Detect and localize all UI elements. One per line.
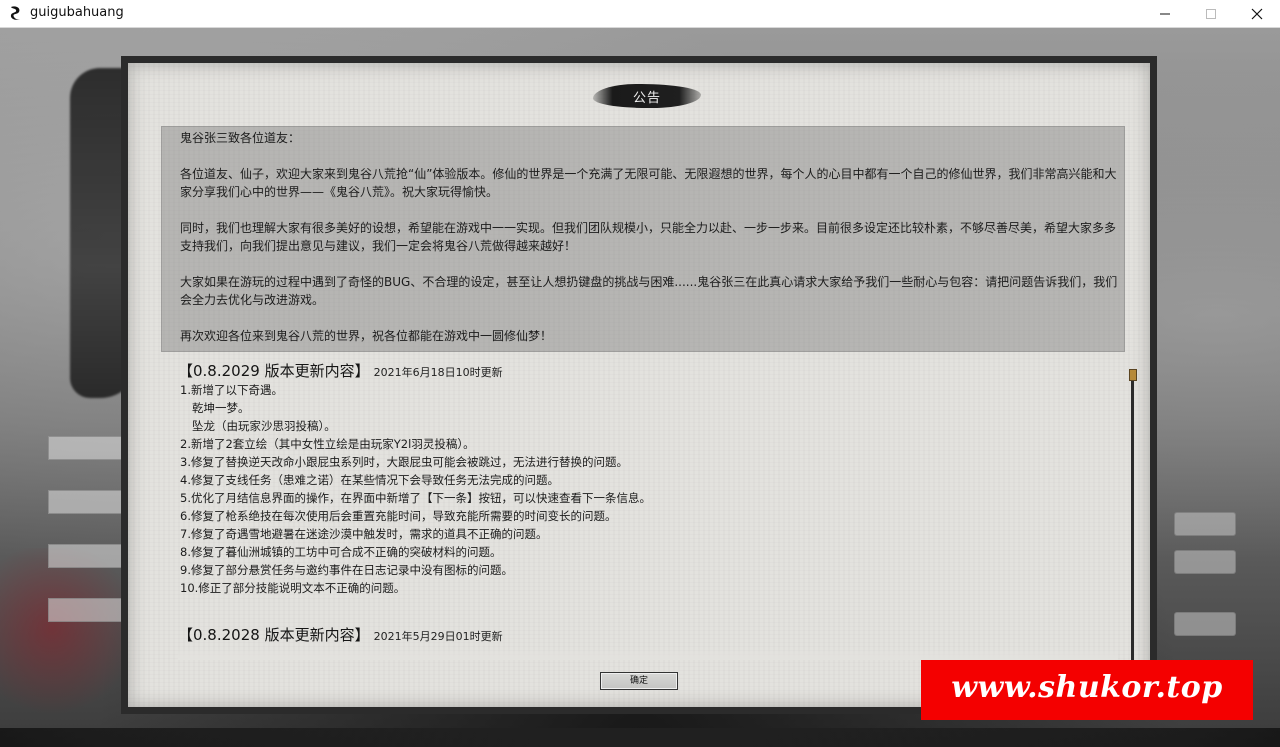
close-icon <box>1251 8 1263 20</box>
minimize-button[interactable] <box>1142 0 1188 27</box>
close-button[interactable] <box>1234 0 1280 27</box>
changelog-header: 【0.8.2029 版本更新内容】 2021年6月18日10时更新 <box>178 360 503 381</box>
background-side-button <box>1174 550 1236 574</box>
changelog-item: 2.新增了2套立绘（其中女性立绘是由玩家Y2l羽灵投稿）。 <box>180 437 475 451</box>
scrollbar-thumb[interactable] <box>1129 369 1137 381</box>
window-titlebar: guigubahuang <box>0 0 1280 28</box>
maximize-icon <box>1206 9 1216 19</box>
changelog-date: 2021年5月29日01时更新 <box>373 630 503 643</box>
changelog-item: 乾坤一梦。 <box>192 401 250 415</box>
welcome-letter: 鬼谷张三致各位道友： 各位道友、仙子，欢迎大家来到鬼谷八荒抢“仙”体验版本。修仙… <box>161 126 1125 352</box>
changelog-item: 5.优化了月结信息界面的操作，在界面中新增了【下一条】按钮，可以快速查看下一条信… <box>180 491 651 505</box>
changelog-item: 9.修复了部分悬赏任务与邀约事件在日志记录中没有图标的问题。 <box>180 563 513 577</box>
letter-paragraph: 同时，我们也理解大家有很多美好的设想，希望能在游戏中一一实现。但我们团队规模小，… <box>180 221 1117 253</box>
window-title: guigubahuang <box>30 5 124 20</box>
background-blossom <box>0 548 130 747</box>
app-icon <box>10 6 20 20</box>
changelog-fade <box>178 648 1118 660</box>
changelog-scroll-area[interactable]: 【0.8.2029 版本更新内容】 2021年6月18日10时更新 1.新增了以下… <box>178 360 1118 660</box>
background-side-button <box>1174 612 1236 636</box>
notice-dialog: 公告 鬼谷张三致各位道友： 各位道友、仙子，欢迎大家来到鬼谷八荒抢“仙”体验版本… <box>121 56 1157 714</box>
letter-paragraph: 各位道友、仙子，欢迎大家来到鬼谷八荒抢“仙”体验版本。修仙的世界是一个充满了无限… <box>180 167 1117 199</box>
watermark-banner: www.shukor.top <box>921 660 1253 720</box>
changelog-item: 4.修复了支线任务（患难之诺）在某些情况下会导致任务无法完成的问题。 <box>180 473 559 487</box>
changelog-item: 6.修复了枪系绝技在每次使用后会重置充能时间，导致充能所需要的时间变长的问题。 <box>180 509 617 523</box>
changelog-item: 7.修复了奇遇雪地避暑在迷途沙漠中触发时，需求的道具不正确的问题。 <box>180 527 548 541</box>
changelog-item: 3.修复了替换逆天改命小跟屁虫系列时，大跟屁虫可能会被跳过，无法进行替换的问题。 <box>180 455 628 469</box>
confirm-button[interactable]: 确定 <box>600 672 678 690</box>
background-bottom-bar <box>0 728 1280 747</box>
changelog-version: 【0.8.2029 版本更新内容】 <box>178 362 370 380</box>
letter-paragraph: 大家如果在游玩的过程中遇到了奇怪的BUG、不合理的设定，甚至让人想扔键盘的挑战与… <box>180 275 1118 307</box>
dialog-paper: 公告 鬼谷张三致各位道友： 各位道友、仙子，欢迎大家来到鬼谷八荒抢“仙”体验版本… <box>128 63 1150 707</box>
changelog-header: 【0.8.2028 版本更新内容】 2021年5月29日01时更新 <box>178 624 503 645</box>
changelog-scrollbar[interactable] <box>1131 374 1134 664</box>
letter-paragraph: 再次欢迎各位来到鬼谷八荒的世界，祝各位都能在游戏中一圆修仙梦！ <box>180 329 553 343</box>
watermark-text: www.shukor.top <box>951 670 1223 705</box>
background-side-button <box>1174 512 1236 536</box>
dialog-title: 公告 <box>632 91 661 106</box>
changelog-item: 坠龙（由玩家沙思羽投稿）。 <box>192 419 336 433</box>
changelog-version: 【0.8.2028 版本更新内容】 <box>178 626 370 644</box>
changelog-date: 2021年6月18日10时更新 <box>373 366 503 379</box>
maximize-button[interactable] <box>1188 0 1234 27</box>
letter-greeting: 鬼谷张三致各位道友： <box>180 131 301 145</box>
changelog-item: 1.新增了以下奇遇。 <box>180 383 283 397</box>
changelog-item: 8.修复了暮仙洲城镇的工坊中可合成不正确的突破材料的问题。 <box>180 545 502 559</box>
changelog-item: 10.修正了部分技能说明文本不正确的问题。 <box>180 581 406 595</box>
minimize-icon <box>1160 13 1170 15</box>
